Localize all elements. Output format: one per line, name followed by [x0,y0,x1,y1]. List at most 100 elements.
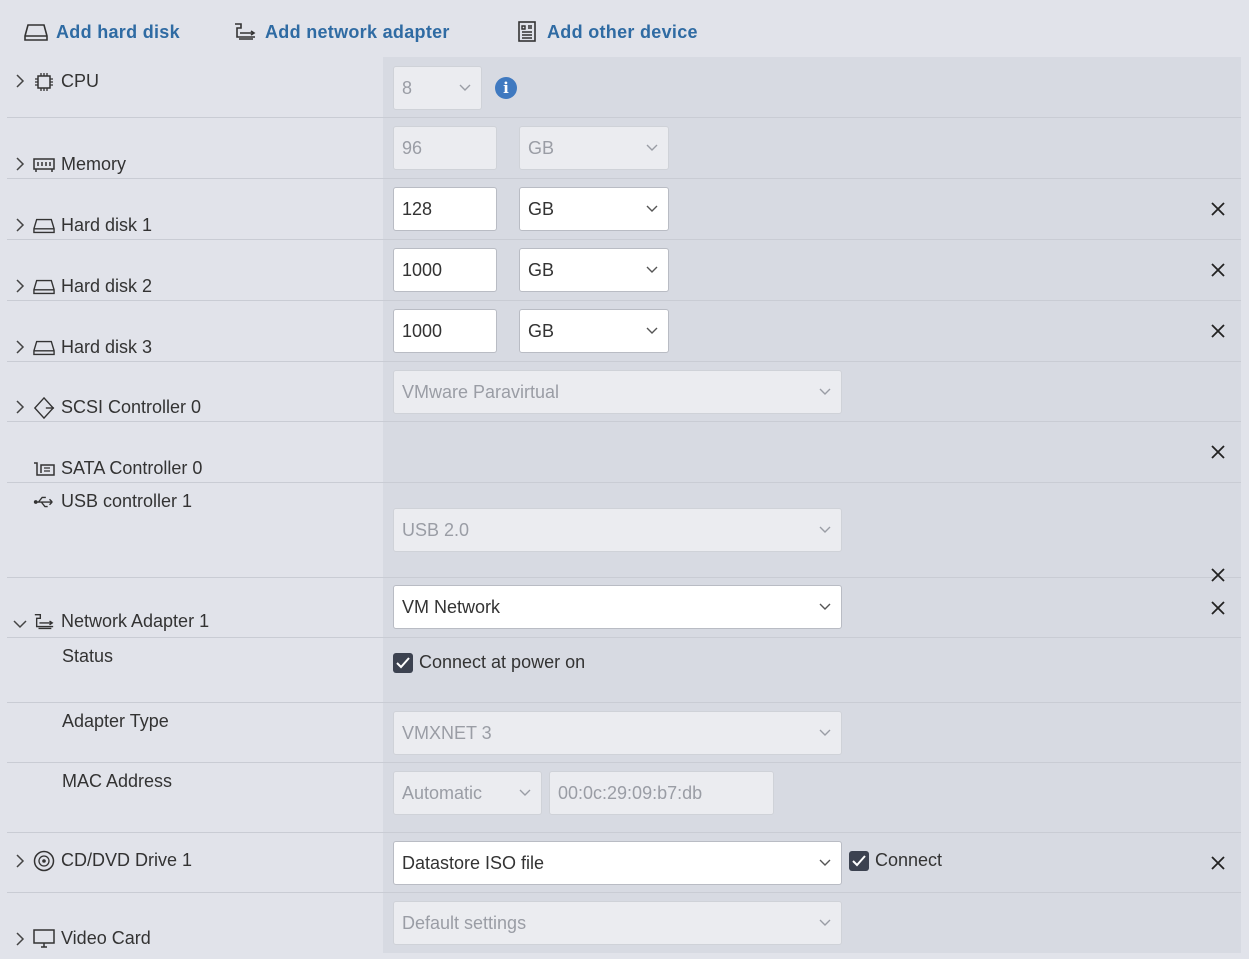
add-hard-disk-label: Add hard disk [56,21,180,42]
network-value: VM Network [402,596,501,617]
add-hard-disk-button[interactable]: Add hard disk [24,18,180,46]
usb-label: USB controller 1 [61,491,193,511]
chevron-right-icon[interactable] [13,218,27,232]
hard-disk-1-size-input[interactable]: 128 [393,187,497,231]
hard-disk-icon [24,24,48,41]
chevron-down-icon [646,266,658,273]
adapter-type-label: Adapter Type [62,711,169,731]
add-other-device-button[interactable]: Add other device [517,18,698,46]
hard-disk-icon [33,277,55,297]
network-select[interactable]: VM Network [393,585,842,629]
add-other-device-label: Add other device [547,21,698,42]
divider [7,702,1241,703]
memory-label: Memory [61,154,127,174]
usb-icon [33,492,55,512]
connect-at-power-on-label: Connect at power on [419,652,586,672]
cd-dvd-media-select[interactable]: Datastore ISO file [393,841,842,885]
divider [7,117,1241,118]
mac-mode-value: Automatic [402,782,483,803]
chevron-right-icon[interactable] [13,157,27,171]
chevron-down-icon[interactable] [13,617,27,631]
device-row-hard-disk-1[interactable]: Hard disk 1 [33,215,152,236]
chevron-down-icon [819,526,831,533]
toolbar: Add hard disk Add network adapter Add ot… [0,0,1249,57]
device-row-usb-controller-1[interactable]: USB controller 1 [33,491,192,512]
device-row-hard-disk-2[interactable]: Hard disk 2 [33,276,152,297]
chevron-down-icon [819,919,831,926]
device-row-hard-disk-3[interactable]: Hard disk 3 [33,337,152,358]
hard-disk-3-label: Hard disk 3 [61,337,153,357]
mac-address-input[interactable]: 00:0c:29:09:b7:db [549,771,774,815]
usb-type-select[interactable]: USB 2.0 [393,508,842,552]
divider [7,892,1241,893]
close-icon[interactable] [1211,601,1225,615]
device-row-cpu[interactable]: CPU [33,71,99,92]
device-row-scsi-controller-0[interactable]: SCSI Controller 0 [33,396,202,419]
cpu-count-select[interactable]: 8 [393,66,482,110]
hard-disk-2-unit-select[interactable]: GB [519,248,669,292]
sata-icon [33,459,55,479]
chevron-right-icon[interactable] [13,340,27,354]
chevron-right-icon[interactable] [13,74,27,88]
chevron-down-icon [459,84,471,91]
close-icon[interactable] [1211,445,1225,459]
device-list: CPU 8 i Memory 96 GB Hard disk 1 128 GB … [7,57,1241,953]
hard-disk-icon [33,338,55,358]
divider [7,421,1241,422]
scsi-icon [33,396,55,419]
monitor-icon [33,928,55,949]
cd-dvd-connect-checkbox[interactable]: Connect [849,850,942,871]
add-network-adapter-label: Add network adapter [265,21,450,42]
adapter-type-value: VMXNET 3 [402,722,492,743]
add-network-adapter-button[interactable]: Add network adapter [233,18,450,46]
connect-at-power-on-checkbox[interactable]: Connect at power on [393,652,585,673]
close-icon[interactable] [1211,568,1225,582]
chevron-down-icon [819,388,831,395]
other-device-icon [518,21,536,42]
cd-dvd-connect-label: Connect [875,850,943,870]
hard-disk-2-size-input[interactable]: 1000 [393,248,497,292]
divider [7,762,1241,763]
chevron-down-icon [646,205,658,212]
mac-mode-select[interactable]: Automatic [393,771,542,815]
scsi-type-select[interactable]: VMware Paravirtual [393,370,842,414]
device-row-memory[interactable]: Memory [33,154,126,175]
network-status-label: Status [62,646,114,666]
divider [7,178,1241,179]
chevron-right-icon[interactable] [13,854,27,868]
chevron-right-icon[interactable] [13,932,27,946]
hard-disk-1-label: Hard disk 1 [61,215,153,235]
device-row-cd-dvd-drive-1[interactable]: CD/DVD Drive 1 [33,850,192,871]
chevron-right-icon[interactable] [13,279,27,293]
scsi-label: SCSI Controller 0 [61,397,202,417]
chevron-right-icon[interactable] [13,400,27,414]
device-row-network-adapter-1[interactable]: Network Adapter 1 [33,611,209,632]
chevron-down-icon [819,603,831,610]
device-row-sata-controller-0[interactable]: SATA Controller 0 [33,458,202,479]
divider [7,577,1241,578]
memory-size-input[interactable]: 96 [393,126,497,170]
adapter-type-select[interactable]: VMXNET 3 [393,711,842,755]
hard-disk-icon [33,216,55,236]
cd-dvd-icon [33,850,55,871]
hard-disk-1-unit-select[interactable]: GB [519,187,669,231]
chevron-down-icon [519,789,531,796]
checkbox-checked-icon [849,850,869,871]
hard-disk-3-size-input[interactable]: 1000 [393,309,497,353]
chevron-down-icon [819,859,831,866]
video-card-select[interactable]: Default settings [393,901,842,945]
divider [7,637,1241,638]
memory-unit-select[interactable]: GB [519,126,669,170]
close-icon[interactable] [1211,263,1225,277]
video-card-value: Default settings [402,912,527,933]
close-icon[interactable] [1211,324,1225,338]
divider [7,361,1241,362]
device-row-video-card[interactable]: Video Card [33,928,151,949]
close-icon[interactable] [1211,202,1225,216]
info-icon[interactable]: i [495,77,517,99]
hard-disk-3-unit-select[interactable]: GB [519,309,669,353]
close-icon[interactable] [1211,856,1225,870]
cd-dvd-label: CD/DVD Drive 1 [61,850,193,870]
memory-size-value: 96 [402,137,423,158]
hard-disk-3-unit-value: GB [528,320,555,341]
